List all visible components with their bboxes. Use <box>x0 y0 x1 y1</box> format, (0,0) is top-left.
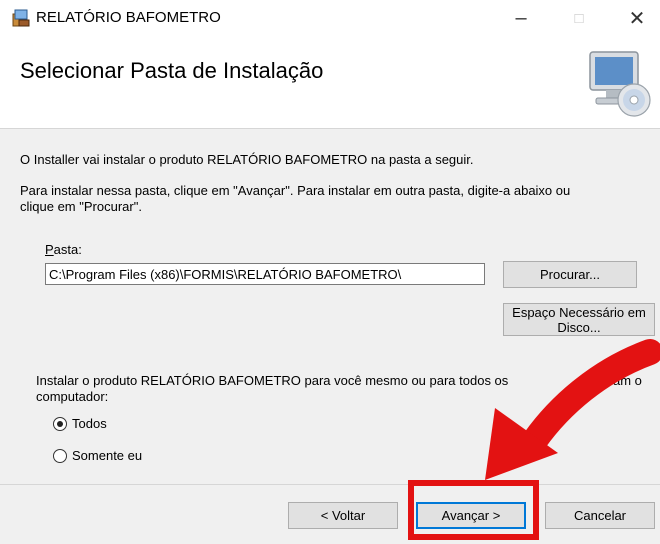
install-for-line-2: computador: <box>36 389 109 404</box>
disk-cost-label-line-2: Disco... <box>557 319 601 335</box>
radio-everyone-label: Todos <box>72 416 107 431</box>
minimize-icon: – <box>515 6 527 29</box>
computer-cd-icon <box>589 51 651 117</box>
browse-button-label: Procurar... <box>540 267 600 282</box>
folder-path-input[interactable] <box>45 263 485 285</box>
folder-label: Pasta: <box>45 242 82 258</box>
close-button[interactable]: ✕ <box>614 0 660 36</box>
radio-everyone-selected-icon[interactable] <box>53 416 67 431</box>
install-for-line-1-tail: am o <box>613 373 642 388</box>
installer-app-icon <box>12 9 30 27</box>
folder-label-rest: asta: <box>53 242 82 257</box>
browse-button[interactable]: Procurar... <box>503 261 637 288</box>
close-icon: ✕ <box>628 7 646 30</box>
maximize-icon: □ <box>574 9 584 27</box>
folder-label-mnemonic: P <box>45 242 54 257</box>
install-for-line-1: Instalar o produto RELATÓRIO BAFOMETRO p… <box>36 373 509 388</box>
window-title: RELATÓRIO BAFOMETRO <box>36 9 221 26</box>
instructions-line-1: Para instalar nessa pasta, clique em "Av… <box>20 183 571 198</box>
page-title: Selecionar Pasta de Instalação <box>20 58 324 83</box>
intro-text: O Installer vai instalar o produto RELAT… <box>20 152 474 167</box>
back-button[interactable]: < Voltar <box>288 502 398 529</box>
instructions-line-2: clique em "Procurar". <box>20 199 142 214</box>
cancel-button[interactable]: Cancelar <box>545 502 655 529</box>
radio-just-me-unselected-icon[interactable] <box>53 448 67 463</box>
disk-cost-button[interactable]: Espaço Necessário em Disco... <box>503 303 655 336</box>
cancel-button-label: Cancelar <box>573 508 627 523</box>
minimize-button[interactable]: – <box>498 0 544 36</box>
radio-everyone[interactable]: Todos <box>53 416 107 431</box>
highlight-box <box>408 480 539 540</box>
header-banner: Selecionar Pasta de Instalação <box>0 36 660 129</box>
title-bar: RELATÓRIO BAFOMETRO – □ ✕ <box>0 0 660 36</box>
back-button-label: < Voltar <box>320 508 366 523</box>
radio-just-me[interactable]: Somente eu <box>53 448 142 463</box>
disk-cost-label-line-1: Espaço Necessário em <box>512 304 646 320</box>
radio-just-me-label: Somente eu <box>72 448 143 463</box>
maximize-button[interactable]: □ <box>556 0 602 36</box>
